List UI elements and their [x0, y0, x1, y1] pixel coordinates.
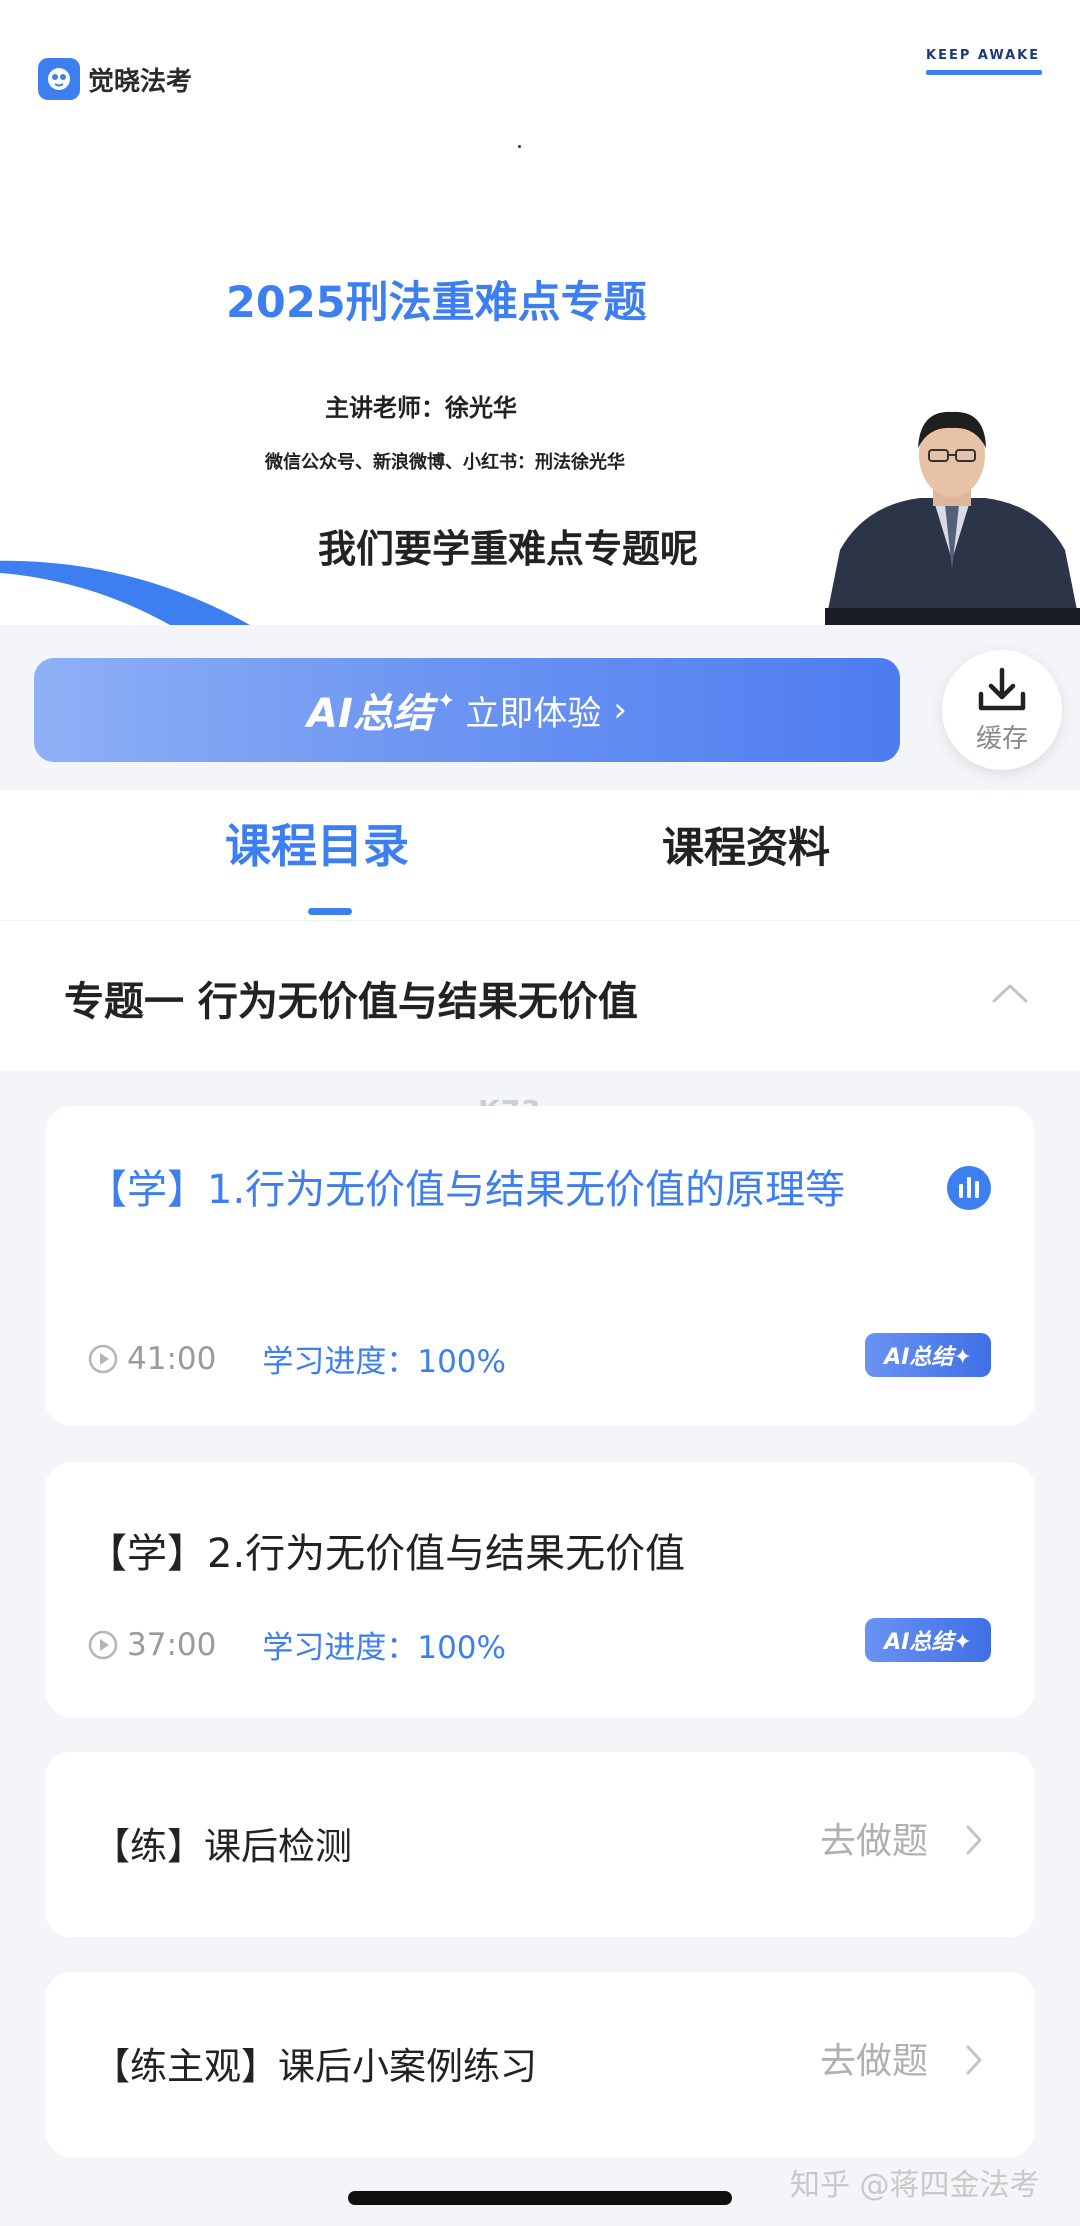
sparkle-icon: ✦ — [436, 688, 456, 714]
video-player[interactable]: 觉晓法考 KEEP AWAKE 2025刑法重难点专题 主讲老师：徐光华 微信公… — [0, 0, 1080, 625]
ai-summary-tag[interactable]: AI总结✦ — [865, 1333, 991, 1377]
lesson-progress: 学习进度：100% — [262, 1630, 506, 1666]
lesson-meta: 41:00 学习进度：100% — [87, 1336, 506, 1381]
lesson-card[interactable]: 【学】1.行为无价值与结果无价值的原理等 41:00 学习进度：100% AI总… — [45, 1106, 1035, 1426]
owl-logo-icon — [38, 58, 80, 100]
brand-name: 觉晓法考 — [88, 66, 193, 97]
section-header[interactable]: 专题一 行为无价值与结果无价值 — [0, 920, 1080, 1071]
lesson-duration: 37:00 — [127, 1626, 217, 1663]
ai-summary-banner[interactable]: AI总结 ✦ 立即体验 › — [34, 658, 900, 762]
tab-course-catalog[interactable]: 课程目录 — [225, 810, 409, 876]
lesson-card[interactable]: 【学】2.行为无价值与结果无价值 37:00 学习进度：100% AI总结✦ — [45, 1462, 1035, 1717]
cache-button[interactable]: 缓存 — [942, 650, 1062, 770]
do-exercise-link[interactable]: 去做题 — [820, 2032, 928, 2084]
teacher-label: 主讲老师：徐光华 — [325, 394, 517, 422]
section-title: 专题一 行为无价值与结果无价值 — [64, 979, 638, 1025]
ai-summary-cta: 立即体验 — [465, 693, 602, 734]
tab-bar: 课程目录 课程资料 — [0, 790, 1080, 920]
tab-course-materials[interactable]: 课程资料 — [662, 814, 830, 875]
do-exercise-link[interactable]: 去做题 — [820, 1812, 928, 1864]
chevron-right-icon — [966, 2045, 982, 2075]
video-dot — [518, 145, 521, 148]
practice-card[interactable]: 【练】课后检测 去做题 — [45, 1752, 1035, 1937]
keep-awake-underline — [926, 70, 1042, 75]
play-circle-icon — [88, 1344, 118, 1373]
practice-title: 【练】课后检测 — [93, 1825, 352, 1868]
video-subtitle: 我们要学重难点专题呢 — [318, 527, 699, 571]
lesson-meta: 37:00 学习进度：100% — [87, 1622, 506, 1667]
lesson-progress: 学习进度：100% — [262, 1344, 506, 1380]
chevron-up-icon — [992, 984, 1028, 1003]
cache-label: 缓存 — [975, 723, 1028, 754]
chevron-right-icon — [966, 1825, 982, 1855]
video-course-title: 2025刑法重难点专题 — [226, 278, 647, 328]
keep-awake-label: KEEP AWAKE — [926, 48, 1041, 63]
zhihu-watermark: 知乎 @蒋四金法考 — [790, 2168, 1040, 2203]
social-accounts-label: 微信公众号、新浪微博、小红书：刑法徐光华 — [265, 452, 625, 473]
decorative-arc — [0, 560, 250, 625]
lesson-title: 【学】2.行为无价值与结果无价值 — [87, 1531, 686, 1577]
chevron-right-icon: › — [613, 690, 627, 730]
ai-summary-brand: AI总结 — [307, 691, 433, 737]
lesson-title: 【学】1.行为无价值与结果无价值的原理等 — [87, 1167, 846, 1213]
download-icon — [978, 667, 1026, 710]
brand-logo: 觉晓法考 — [38, 58, 192, 100]
lesson-duration: 41:00 — [127, 1340, 217, 1377]
practice-card[interactable]: 【练主观】课后小案例练习 去做题 — [45, 1972, 1035, 2157]
presenter-image — [825, 411, 1080, 625]
home-indicator[interactable] — [348, 2191, 732, 2205]
practice-title: 【练主观】课后小案例练习 — [93, 2045, 537, 2088]
play-circle-icon — [88, 1630, 118, 1659]
playing-bars-icon — [947, 1166, 991, 1210]
tab-active-indicator — [308, 908, 352, 915]
ai-summary-tag[interactable]: AI总结✦ — [865, 1618, 991, 1662]
